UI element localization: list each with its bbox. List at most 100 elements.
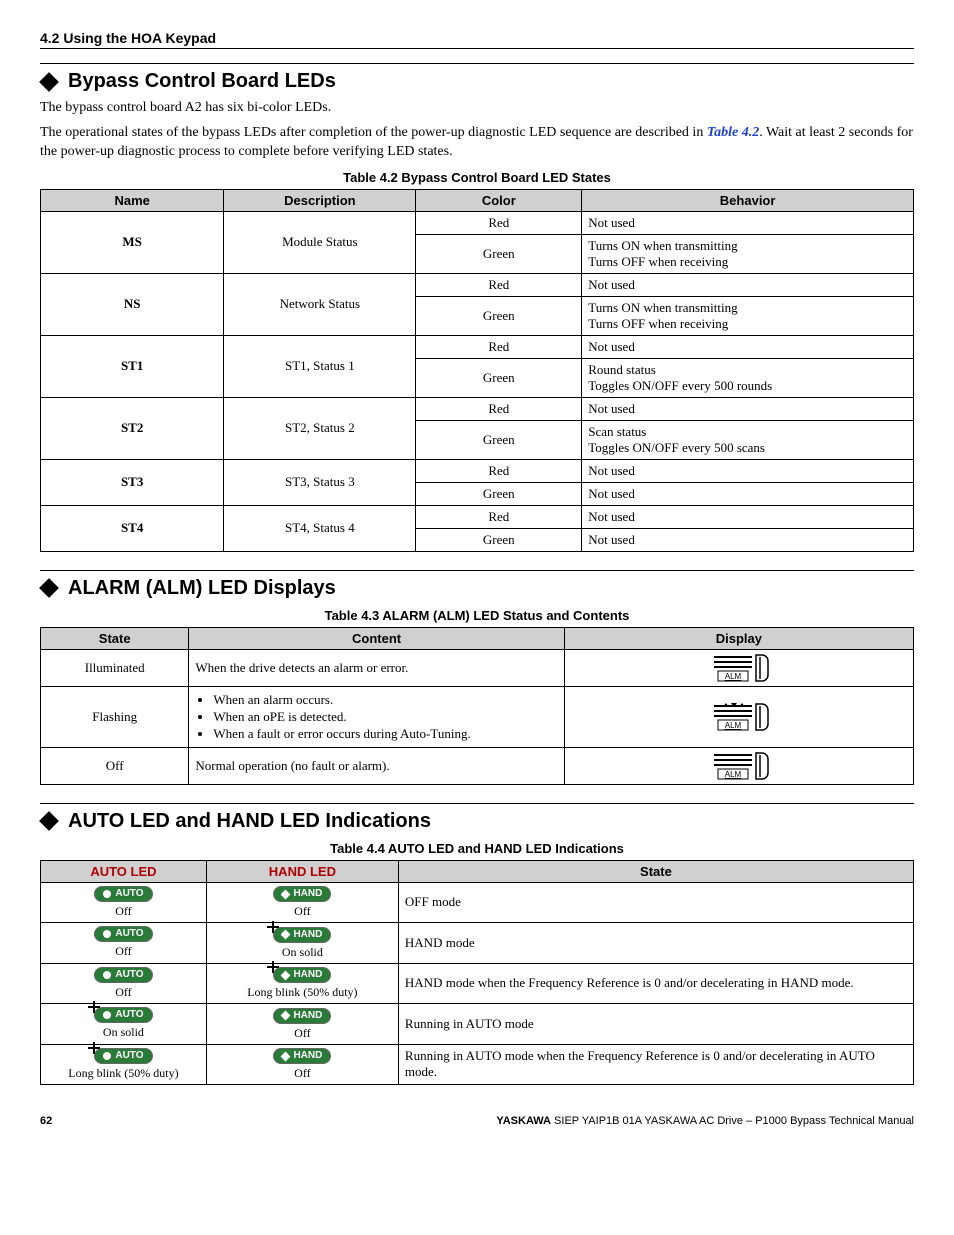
- recirculate-icon: [103, 971, 111, 979]
- hand-led-badge-icon: HAND: [273, 927, 331, 943]
- svg-text:ALM: ALM: [725, 672, 742, 681]
- diamond-small-icon: [281, 1051, 291, 1061]
- table-cell: AUTO Off: [41, 963, 207, 1004]
- table-link[interactable]: Table 4.2: [707, 125, 759, 140]
- table-cell: Green: [416, 296, 582, 335]
- recirculate-icon: [103, 1052, 111, 1060]
- bullet-list: When an alarm occurs.When an oPE is dete…: [195, 692, 557, 742]
- led-state-text: Long blink (50% duty): [213, 985, 392, 1000]
- table-cell: Running in AUTO mode when the Frequency …: [398, 1044, 913, 1085]
- recirculate-icon: [103, 1011, 111, 1019]
- table-cell: Green: [416, 234, 582, 273]
- table-cell: HAND Off: [206, 1004, 398, 1045]
- table-cell: OFF mode: [398, 882, 913, 923]
- table-cell: Not used: [582, 459, 914, 482]
- column-header: Display: [564, 627, 913, 649]
- table-cell: ST4, Status 4: [224, 505, 416, 551]
- table-cell: ST3: [41, 459, 224, 505]
- table-cell: Not used: [582, 335, 914, 358]
- table-cell: ST1: [41, 335, 224, 397]
- table-row: NSNetwork StatusRedNot used: [41, 273, 914, 296]
- table-cell: Not used: [582, 397, 914, 420]
- section-title: Bypass Control Board LEDs: [40, 70, 914, 93]
- led-label: AUTO: [115, 1010, 143, 1020]
- led-label: AUTO: [115, 970, 143, 980]
- page-header: 4.2 Using the HOA Keypad: [40, 30, 914, 49]
- table-cell: Red: [416, 335, 582, 358]
- table-cell: MS: [41, 211, 224, 273]
- page-number: 62: [40, 1115, 52, 1127]
- led-label: HAND: [293, 970, 322, 980]
- table-cell: Not used: [582, 211, 914, 234]
- diamond-icon: [39, 578, 59, 598]
- column-header: State: [41, 627, 189, 649]
- led-state-text: Off: [213, 1026, 392, 1041]
- table-cell: Green: [416, 420, 582, 459]
- section-title: ALARM (ALM) LED Displays: [40, 577, 914, 600]
- svg-text:ALM: ALM: [725, 721, 742, 730]
- table-row: ST4ST4, Status 4RedNot used: [41, 505, 914, 528]
- alm-display-icon: ALM: [704, 653, 774, 683]
- auto-led-badge-icon: AUTO: [94, 886, 152, 902]
- auto-led-cell: AUTOOff: [47, 926, 200, 959]
- table-row: AUTO Off HAND Long blink (50% duty) HAND mod…: [41, 963, 914, 1004]
- table-cell: Red: [416, 273, 582, 296]
- table-cell: Red: [416, 211, 582, 234]
- paragraph-text: The operational states of the bypass LED…: [40, 125, 707, 140]
- table-cell: ST4: [41, 505, 224, 551]
- auto-led-cell: AUTO Off: [47, 967, 200, 1000]
- list-item: When a fault or error occurs during Auto…: [213, 726, 557, 742]
- table-row: IlluminatedWhen the drive detects an ala…: [41, 649, 914, 686]
- table-cell: Green: [416, 358, 582, 397]
- auto-led-badge-icon: AUTO: [94, 1048, 152, 1064]
- table-cell: Turns ON when transmittingTurns OFF when…: [582, 234, 914, 273]
- hand-led-badge-icon: HAND: [273, 1008, 331, 1024]
- led-state-text: Off: [47, 985, 200, 1000]
- footer-text: YASKAWA SIEP YAIP1B 01A YASKAWA AC Drive…: [496, 1115, 914, 1127]
- section-rule: [40, 63, 914, 64]
- table-cell: NS: [41, 273, 224, 335]
- hand-led-cell: HANDOff: [213, 1048, 392, 1082]
- led-label: HAND: [293, 1011, 322, 1021]
- diamond-small-icon: [281, 889, 291, 899]
- section-rule: [40, 570, 914, 571]
- led-state-text: Off: [213, 904, 392, 919]
- table-cell: ST1, Status 1: [224, 335, 416, 397]
- table-caption: Table 4.3 ALARM (ALM) LED Status and Con…: [40, 608, 914, 623]
- hand-led-cell: HAND Off: [213, 886, 392, 920]
- table-cell: Red: [416, 397, 582, 420]
- table-row: ST3ST3, Status 3RedNot used: [41, 459, 914, 482]
- table-cell: Module Status: [224, 211, 416, 273]
- spark-icon: [88, 1001, 100, 1013]
- table-4-3: StateContentDisplay IlluminatedWhen the …: [40, 627, 914, 785]
- auto-led-cell: AUTOOn solid: [47, 1007, 200, 1040]
- table-cell: Green: [416, 528, 582, 551]
- led-label: AUTO: [115, 929, 143, 939]
- table-cell: Flashing: [41, 686, 189, 747]
- led-state-text: Long blink (50% duty): [47, 1066, 200, 1081]
- table-cell: Not used: [582, 482, 914, 505]
- section-title: AUTO LED and HAND LED Indications: [40, 810, 914, 833]
- table-cell: Red: [416, 459, 582, 482]
- table-cell: HAND mode when the Frequency Reference i…: [398, 963, 913, 1004]
- table-row: AUTO OffHAND OffOFF mode: [41, 882, 914, 923]
- table-row: FlashingWhen an alarm occurs.When an oPE…: [41, 686, 914, 747]
- led-label: AUTO: [115, 889, 143, 899]
- table-cell: Green: [416, 482, 582, 505]
- table-cell: When the drive detects an alarm or error…: [189, 649, 564, 686]
- table-cell: Round statusToggles ON/OFF every 500 rou…: [582, 358, 914, 397]
- diamond-icon: [39, 72, 59, 92]
- table-cell: ST2: [41, 397, 224, 459]
- paragraph: The operational states of the bypass LED…: [40, 124, 914, 162]
- table-cell: ST2, Status 2: [224, 397, 416, 459]
- led-state-text: On solid: [213, 945, 392, 960]
- table-cell: ALM: [564, 649, 913, 686]
- column-header: Description: [224, 189, 416, 211]
- hand-led-badge-icon: HAND: [273, 886, 331, 902]
- table-cell: AUTOOff: [41, 923, 207, 964]
- recirculate-icon: [103, 930, 111, 938]
- table-cell: HAND On solid: [206, 923, 398, 964]
- hand-led-badge-icon: HAND: [273, 967, 331, 983]
- hand-led-badge-icon: HAND: [273, 1048, 331, 1064]
- section-rule: [40, 803, 914, 804]
